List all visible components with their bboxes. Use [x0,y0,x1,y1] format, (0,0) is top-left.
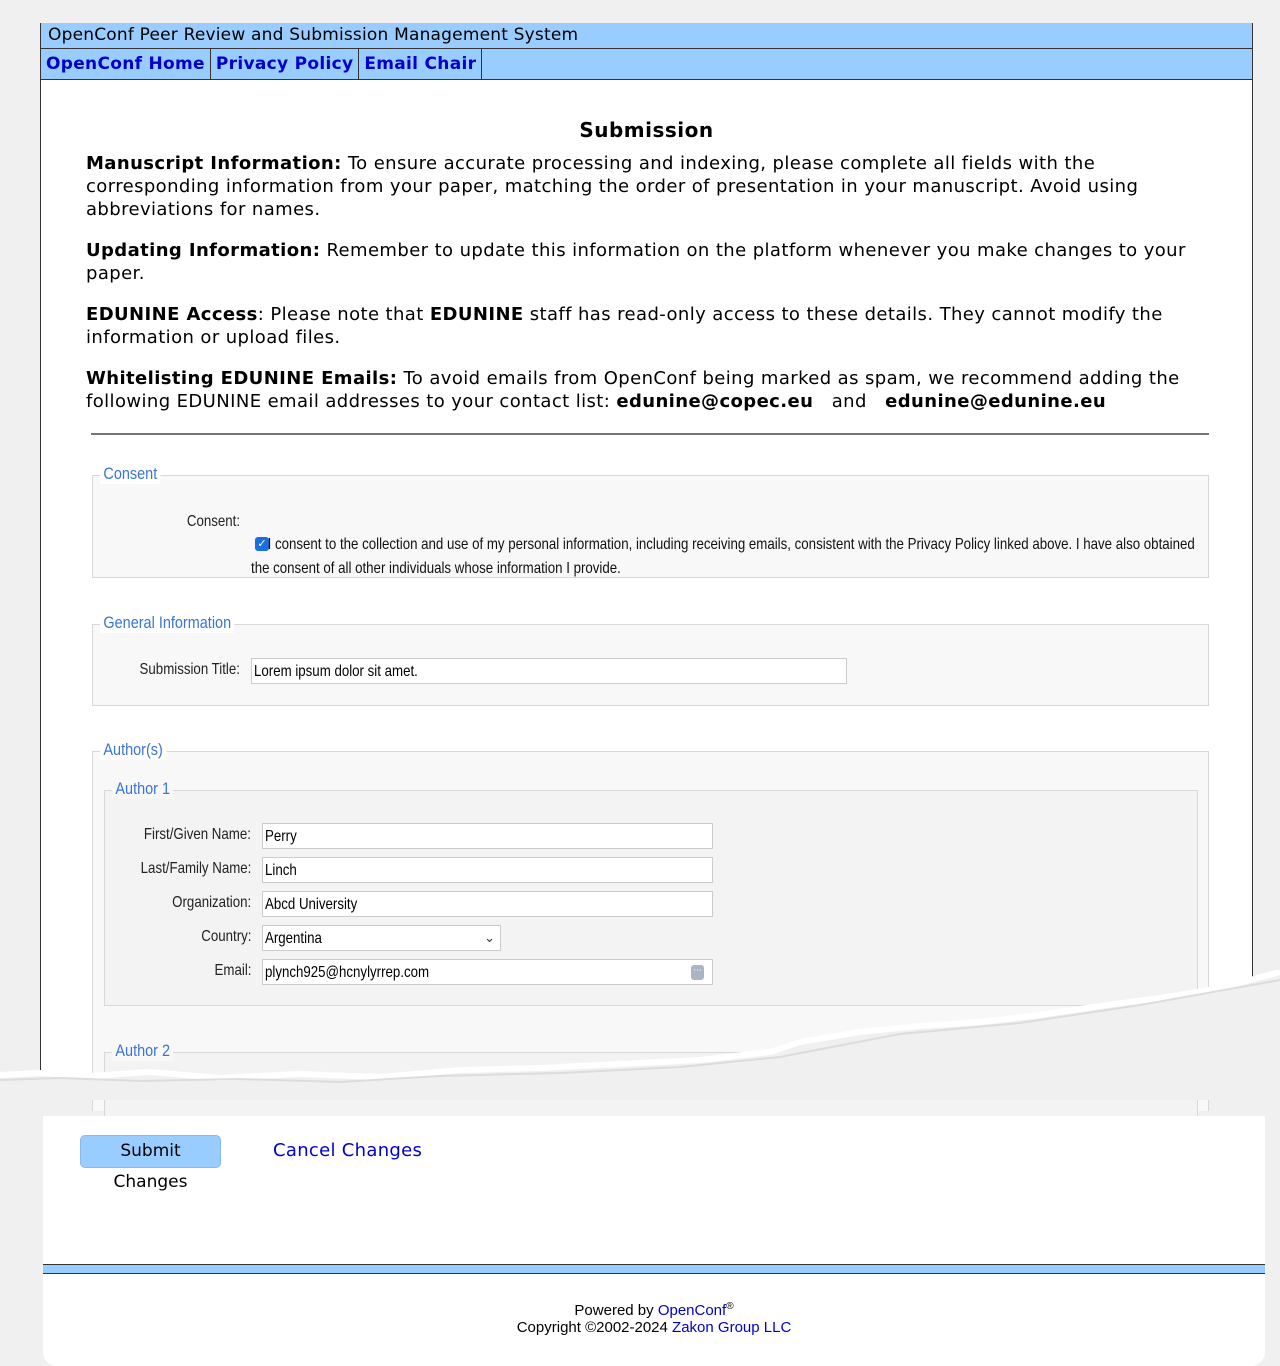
cancel-changes-link[interactable]: Cancel Changes [273,1140,422,1161]
edunine-access-bold: EDUNINE [429,304,524,325]
last-name-label: Last/Family Name: [140,860,251,877]
manuscript-info-heading: Manuscript Information: [86,153,342,174]
authors-legend: Author(s) [100,740,167,760]
consent-legend: Consent [100,464,161,484]
zakon-group-link[interactable]: Zakon Group LLC [672,1319,791,1336]
country-value: Argentina [265,930,322,947]
last-name-value: Linch [265,862,297,879]
top-nav: OpenConf Home Privacy Policy Email Chair [41,49,1252,80]
organization-input[interactable]: Abcd University [262,891,713,917]
submit-changes-button[interactable]: Submit Changes [80,1135,221,1192]
copyright-line: Copyright ©2002-2024 Zakon Group LLC [43,1319,1265,1336]
country-select[interactable]: Argentina ⌄ [262,925,501,951]
author-1-legend: Author 1 [112,779,174,799]
email-value: plynch925@hcnylyrrep.com [265,964,430,981]
organization-value: Abcd University [265,896,358,913]
form-actions-and-footer: Submit Changes Cancel Changes Powered by… [43,1116,1265,1366]
whitelist-paragraph: Whitelisting EDUNINE Emails: To avoid em… [86,367,1207,413]
edunine-access-text-1: : Please note that [257,304,430,325]
edunine-access-paragraph: EDUNINE Access: Please note that EDUNINE… [86,303,1207,349]
whitelist-email-2: edunine@edunine.eu [885,391,1107,412]
submission-title-label: Submission Title: [139,661,240,678]
nav-email-chair[interactable]: Email Chair [359,49,483,79]
consent-text: I consent to the collection and use of m… [251,533,1206,581]
author-1-fieldset: Author 1 First/Given Name: Perry Last/Fa… [104,779,1198,1006]
edunine-access-heading: EDUNINE Access [86,304,258,325]
instructions: Manuscript Information: To ensure accura… [86,152,1207,413]
copyright-text: Copyright ©2002-2024 [516,1319,673,1336]
authors-fieldset: Author(s) Author 1 First/Given Name: Per… [92,740,1209,1132]
first-name-value: Perry [265,828,297,845]
consent-text-body: I consent to the collection and use of m… [251,536,1195,577]
consent-label: Consent: [186,513,240,530]
general-info-fieldset: General Information Submission Title: Lo… [92,613,1209,706]
first-name-input[interactable]: Perry [262,823,713,849]
whitelist-email-1: edunine@copec.eu [616,391,814,412]
updating-info-paragraph: Updating Information: Remember to update… [86,239,1207,285]
author-2-legend: Author 2 [112,1041,174,1061]
whitelist-heading: Whitelisting EDUNINE Emails: [86,368,398,389]
manuscript-info-paragraph: Manuscript Information: To ensure accura… [86,152,1207,221]
registered-mark: ® [726,1301,734,1312]
nav-openconf-home[interactable]: OpenConf Home [41,49,211,79]
footer-rule [43,1264,1265,1274]
email-input[interactable]: plynch925@hcnylyrrep.com ··· [262,959,713,985]
last-name-input[interactable]: Linch [262,857,713,883]
autofill-icon[interactable]: ··· [691,965,704,980]
country-label: Country: [200,928,251,945]
email-label: Email: [214,962,251,979]
nav-privacy-policy[interactable]: Privacy Policy [211,49,360,79]
consent-fieldset: Consent Consent: ✓ I consent to the coll… [92,464,1209,581]
submission-title-input[interactable]: Lorem ipsum dolor sit amet. [251,658,847,684]
footer: Powered by OpenConf® Copyright ©2002-202… [43,1298,1265,1336]
openconf-link[interactable]: OpenConf [658,1302,726,1319]
updating-info-heading: Updating Information: [86,240,321,261]
divider [91,433,1209,435]
powered-by-line: Powered by OpenConf® [43,1298,1265,1319]
powered-by-text: Powered by [574,1302,658,1319]
organization-label: Organization: [172,894,251,911]
whitelist-and: and [831,391,867,412]
chevron-down-icon: ⌄ [484,931,495,946]
general-info-legend: General Information [100,613,235,633]
submission-page: OpenConf Peer Review and Submission Mana… [40,23,1253,1132]
submission-title-value: Lorem ipsum dolor sit amet. [254,663,418,680]
page-title: Submission [579,118,714,142]
first-name-label: First/Given Name: [143,826,251,843]
system-title: OpenConf Peer Review and Submission Mana… [41,23,1252,49]
